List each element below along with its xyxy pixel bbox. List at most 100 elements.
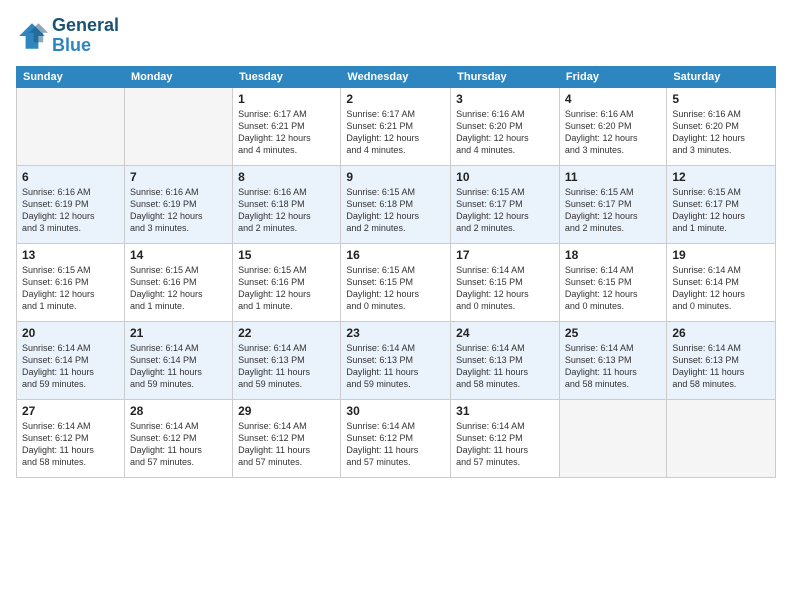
calendar-table: SundayMondayTuesdayWednesdayThursdayFrid…	[16, 66, 776, 478]
weekday-sunday: Sunday	[17, 66, 125, 87]
day-number: 4	[565, 92, 661, 106]
day-info: Sunrise: 6:14 AM Sunset: 6:15 PM Dayligh…	[456, 264, 554, 313]
weekday-tuesday: Tuesday	[233, 66, 341, 87]
calendar-cell: 14 Sunrise: 6:15 AM Sunset: 6:16 PM Dayli…	[124, 243, 232, 321]
day-number: 9	[346, 170, 445, 184]
day-number: 25	[565, 326, 661, 340]
day-info: Sunrise: 6:14 AM Sunset: 6:14 PM Dayligh…	[672, 264, 770, 313]
calendar-cell: 17 Sunrise: 6:14 AM Sunset: 6:15 PM Dayli…	[451, 243, 560, 321]
day-info: Sunrise: 6:14 AM Sunset: 6:13 PM Dayligh…	[672, 342, 770, 391]
calendar-cell: 26 Sunrise: 6:14 AM Sunset: 6:13 PM Dayli…	[667, 321, 776, 399]
day-info: Sunrise: 6:15 AM Sunset: 6:18 PM Dayligh…	[346, 186, 445, 235]
calendar-cell: 31Sunrise: 6:14 AM Sunset: 6:12 PM Dayli…	[451, 399, 560, 477]
calendar-cell: 7 Sunrise: 6:16 AM Sunset: 6:19 PM Daylig…	[124, 165, 232, 243]
calendar-cell: 28 Sunrise: 6:14 AM Sunset: 6:12 PM Dayli…	[124, 399, 232, 477]
day-number: 17	[456, 248, 554, 262]
day-info: Sunrise: 6:14 AM Sunset: 6:12 PM Dayligh…	[130, 420, 227, 469]
day-number: 23	[346, 326, 445, 340]
calendar-cell	[559, 399, 666, 477]
day-number: 2	[346, 92, 445, 106]
calendar-row-3: 20Sunrise: 6:14 AM Sunset: 6:14 PM Dayli…	[17, 321, 776, 399]
calendar-cell: 25 Sunrise: 6:14 AM Sunset: 6:13 PM Dayli…	[559, 321, 666, 399]
weekday-wednesday: Wednesday	[341, 66, 451, 87]
day-number: 7	[130, 170, 227, 184]
day-info: Sunrise: 6:16 AM Sunset: 6:20 PM Dayligh…	[456, 108, 554, 157]
day-number: 16	[346, 248, 445, 262]
calendar-row-0: 1 Sunrise: 6:17 AM Sunset: 6:21 PM Daylig…	[17, 87, 776, 165]
calendar-cell: 30 Sunrise: 6:14 AM Sunset: 6:12 PM Dayli…	[341, 399, 451, 477]
day-info: Sunrise: 6:15 AM Sunset: 6:15 PM Dayligh…	[346, 264, 445, 313]
calendar-row-4: 27Sunrise: 6:14 AM Sunset: 6:12 PM Dayli…	[17, 399, 776, 477]
day-number: 31	[456, 404, 554, 418]
day-number: 26	[672, 326, 770, 340]
day-number: 30	[346, 404, 445, 418]
day-number: 19	[672, 248, 770, 262]
calendar-cell: 23Sunrise: 6:14 AM Sunset: 6:13 PM Dayli…	[341, 321, 451, 399]
page: General Blue SundayMondayTuesdayWednesda…	[0, 0, 792, 612]
day-info: Sunrise: 6:14 AM Sunset: 6:12 PM Dayligh…	[22, 420, 119, 469]
calendar-cell: 8 Sunrise: 6:16 AM Sunset: 6:18 PM Daylig…	[233, 165, 341, 243]
day-number: 28	[130, 404, 227, 418]
calendar-cell: 9 Sunrise: 6:15 AM Sunset: 6:18 PM Daylig…	[341, 165, 451, 243]
day-info: Sunrise: 6:15 AM Sunset: 6:17 PM Dayligh…	[456, 186, 554, 235]
day-info: Sunrise: 6:15 AM Sunset: 6:17 PM Dayligh…	[565, 186, 661, 235]
calendar-cell	[17, 87, 125, 165]
day-number: 8	[238, 170, 335, 184]
day-info: Sunrise: 6:15 AM Sunset: 6:16 PM Dayligh…	[238, 264, 335, 313]
day-number: 11	[565, 170, 661, 184]
calendar-cell: 6Sunrise: 6:16 AM Sunset: 6:19 PM Daylig…	[17, 165, 125, 243]
day-number: 21	[130, 326, 227, 340]
day-info: Sunrise: 6:16 AM Sunset: 6:20 PM Dayligh…	[672, 108, 770, 157]
day-number: 5	[672, 92, 770, 106]
calendar-cell: 10Sunrise: 6:15 AM Sunset: 6:17 PM Dayli…	[451, 165, 560, 243]
calendar-cell: 5 Sunrise: 6:16 AM Sunset: 6:20 PM Daylig…	[667, 87, 776, 165]
calendar-cell: 24 Sunrise: 6:14 AM Sunset: 6:13 PM Dayli…	[451, 321, 560, 399]
logo-icon	[16, 20, 48, 52]
day-info: Sunrise: 6:14 AM Sunset: 6:15 PM Dayligh…	[565, 264, 661, 313]
weekday-friday: Friday	[559, 66, 666, 87]
day-number: 22	[238, 326, 335, 340]
day-info: Sunrise: 6:16 AM Sunset: 6:18 PM Dayligh…	[238, 186, 335, 235]
day-number: 6	[22, 170, 119, 184]
calendar-cell: 11 Sunrise: 6:15 AM Sunset: 6:17 PM Dayli…	[559, 165, 666, 243]
day-info: Sunrise: 6:17 AM Sunset: 6:21 PM Dayligh…	[238, 108, 335, 157]
logo: General Blue	[16, 16, 119, 56]
day-number: 15	[238, 248, 335, 262]
day-info: Sunrise: 6:14 AM Sunset: 6:13 PM Dayligh…	[238, 342, 335, 391]
day-info: Sunrise: 6:14 AM Sunset: 6:14 PM Dayligh…	[22, 342, 119, 391]
day-number: 3	[456, 92, 554, 106]
calendar-cell: 4 Sunrise: 6:16 AM Sunset: 6:20 PM Daylig…	[559, 87, 666, 165]
day-info: Sunrise: 6:14 AM Sunset: 6:12 PM Dayligh…	[346, 420, 445, 469]
day-info: Sunrise: 6:14 AM Sunset: 6:12 PM Dayligh…	[238, 420, 335, 469]
calendar-row-1: 6 Sunrise: 6:16 AM Sunset: 6:19 PM Daylig…	[17, 165, 776, 243]
calendar-cell: 27Sunrise: 6:14 AM Sunset: 6:12 PM Dayli…	[17, 399, 125, 477]
calendar-cell: 29 Sunrise: 6:14 AM Sunset: 6:12 PM Dayli…	[233, 399, 341, 477]
day-info: Sunrise: 6:15 AM Sunset: 6:16 PM Dayligh…	[22, 264, 119, 313]
day-number: 18	[565, 248, 661, 262]
day-number: 24	[456, 326, 554, 340]
logo-line2: Blue	[52, 35, 91, 55]
day-number: 14	[130, 248, 227, 262]
calendar-cell: 12 Sunrise: 6:15 AM Sunset: 6:17 PM Dayli…	[667, 165, 776, 243]
calendar-cell: 21 Sunrise: 6:14 AM Sunset: 6:14 PM Dayli…	[124, 321, 232, 399]
calendar-cell: 15 Sunrise: 6:15 AM Sunset: 6:16 PM Dayli…	[233, 243, 341, 321]
calendar-row-2: 13 Sunrise: 6:15 AM Sunset: 6:16 PM Dayli…	[17, 243, 776, 321]
day-number: 29	[238, 404, 335, 418]
day-info: Sunrise: 6:15 AM Sunset: 6:17 PM Dayligh…	[672, 186, 770, 235]
day-info: Sunrise: 6:16 AM Sunset: 6:20 PM Dayligh…	[565, 108, 661, 157]
day-info: Sunrise: 6:14 AM Sunset: 6:14 PM Dayligh…	[130, 342, 227, 391]
day-info: Sunrise: 6:15 AM Sunset: 6:16 PM Dayligh…	[130, 264, 227, 313]
day-number: 12	[672, 170, 770, 184]
calendar-cell: 16 Sunrise: 6:15 AM Sunset: 6:15 PM Dayli…	[341, 243, 451, 321]
calendar-cell: 3 Sunrise: 6:16 AM Sunset: 6:20 PM Daylig…	[451, 87, 560, 165]
calendar-cell: 22 Sunrise: 6:14 AM Sunset: 6:13 PM Dayli…	[233, 321, 341, 399]
day-info: Sunrise: 6:16 AM Sunset: 6:19 PM Dayligh…	[130, 186, 227, 235]
day-info: Sunrise: 6:14 AM Sunset: 6:13 PM Dayligh…	[565, 342, 661, 391]
day-number: 1	[238, 92, 335, 106]
weekday-monday: Monday	[124, 66, 232, 87]
calendar-cell	[667, 399, 776, 477]
day-info: Sunrise: 6:14 AM Sunset: 6:13 PM Dayligh…	[456, 342, 554, 391]
calendar-cell: 18 Sunrise: 6:14 AM Sunset: 6:15 PM Dayli…	[559, 243, 666, 321]
day-number: 13	[22, 248, 119, 262]
calendar-cell: 2Sunrise: 6:17 AM Sunset: 6:21 PM Daylig…	[341, 87, 451, 165]
